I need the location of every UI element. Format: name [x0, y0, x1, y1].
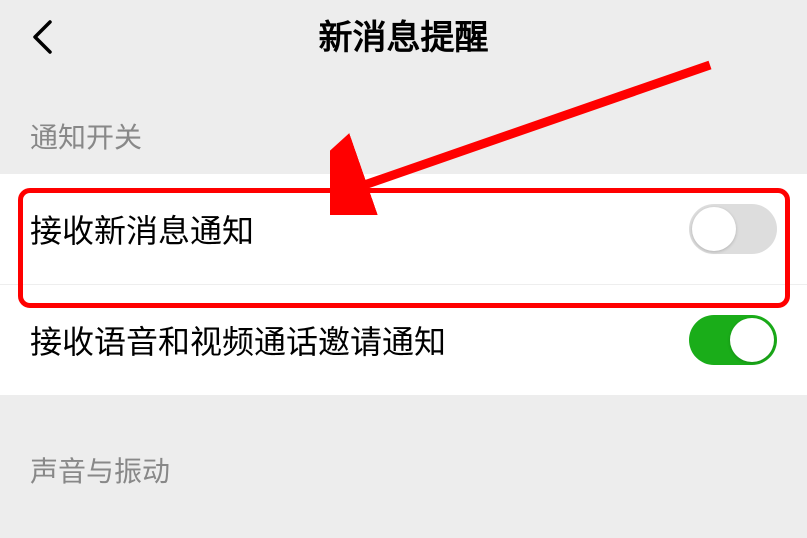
- notification-settings-group: 接收新消息通知 接收语音和视频通话邀请通知: [0, 174, 807, 395]
- setting-label: 接收新消息通知: [30, 206, 254, 252]
- toggle-knob: [692, 207, 736, 251]
- setting-row-new-message[interactable]: 接收新消息通知: [0, 174, 807, 285]
- toggle-new-message[interactable]: [689, 204, 777, 254]
- section-label-notifications: 通知开关: [0, 68, 807, 174]
- setting-row-voice-video[interactable]: 接收语音和视频通话邀请通知: [0, 285, 807, 395]
- page-title: 新消息提醒: [0, 10, 807, 59]
- header: 新消息提醒: [0, 0, 807, 68]
- back-icon: [30, 18, 54, 56]
- back-button[interactable]: [30, 18, 54, 61]
- section-label-sound: 声音与振动: [0, 395, 807, 490]
- toggle-voice-video[interactable]: [689, 315, 777, 365]
- setting-label: 接收语音和视频通话邀请通知: [30, 317, 446, 363]
- toggle-knob: [730, 318, 774, 362]
